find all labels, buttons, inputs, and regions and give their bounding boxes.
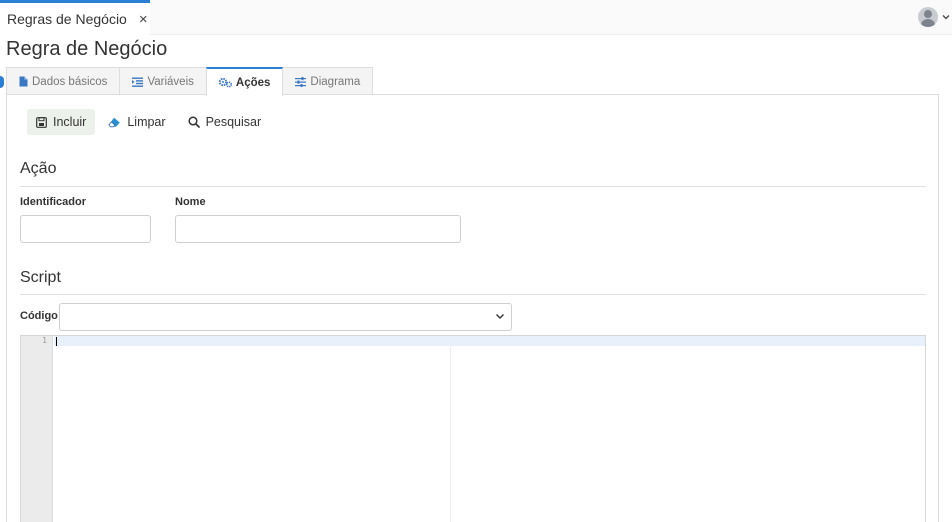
active-line-highlight [54, 336, 925, 346]
print-margin-line [450, 346, 451, 522]
sidebar-toggle-marker[interactable] [0, 76, 4, 88]
pesquisar-button[interactable]: Pesquisar [179, 109, 271, 135]
list-indent-icon [132, 77, 144, 87]
script-section-title: Script [20, 269, 61, 286]
line-number: 1 [42, 336, 47, 345]
script-code-editor[interactable]: 1 [20, 335, 926, 522]
tab-dados-basicos-label: Dados básicos [32, 75, 108, 88]
incluir-button[interactable]: Incluir [27, 109, 96, 135]
script-section-divider [20, 294, 926, 295]
save-icon [36, 116, 47, 128]
identificador-input[interactable] [20, 215, 151, 243]
incluir-button-label: Incluir [53, 115, 87, 129]
editor-gutter: 1 [21, 336, 53, 522]
limpar-button[interactable]: Limpar [99, 109, 174, 135]
search-icon [188, 116, 200, 128]
limpar-button-label: Limpar [127, 115, 166, 129]
tab-acoes[interactable]: Ações [205, 67, 284, 96]
tab-variaveis-label: Variáveis [147, 75, 194, 88]
tab-diagrama[interactable]: Diagrama [282, 67, 374, 95]
pesquisar-button-label: Pesquisar [205, 115, 262, 129]
identificador-label: Identificador [20, 196, 87, 208]
chevron-down-icon [495, 311, 505, 321]
chevron-down-icon [942, 15, 950, 20]
tab-dados-basicos[interactable]: Dados básicos [6, 67, 121, 95]
user-menu[interactable] [918, 7, 950, 27]
file-icon [19, 76, 28, 87]
nome-input[interactable] [175, 215, 461, 243]
top-bar: Regras de Negócio × [0, 0, 952, 35]
codigo-label: Código [20, 310, 58, 322]
gears-icon [218, 77, 232, 88]
text-cursor [56, 337, 57, 346]
sliders-icon [295, 76, 307, 87]
nome-label: Nome [175, 196, 206, 208]
page-title: Regra de Negócio [6, 38, 168, 60]
tab-acoes-label: Ações [235, 76, 271, 89]
eraser-icon [108, 117, 121, 128]
document-tab[interactable]: Regras de Negócio × [0, 0, 150, 35]
tab-diagrama-label: Diagrama [310, 75, 361, 88]
tab-variaveis[interactable]: Variáveis [119, 67, 207, 95]
acao-section-title: Ação [20, 160, 57, 177]
codigo-select[interactable] [59, 303, 512, 331]
close-icon[interactable]: × [139, 12, 148, 27]
acao-section-divider [20, 186, 926, 187]
tab-content-panel: Incluir Limpar Pesquisar Ação Identifica… [6, 94, 939, 522]
user-avatar-icon[interactable] [918, 7, 938, 27]
document-tab-title: Regras de Negócio [7, 11, 127, 27]
tab-bar: Dados básicos Variáveis Ações Diagrama [6, 67, 374, 96]
action-toolbar: Incluir Limpar Pesquisar [27, 109, 270, 135]
